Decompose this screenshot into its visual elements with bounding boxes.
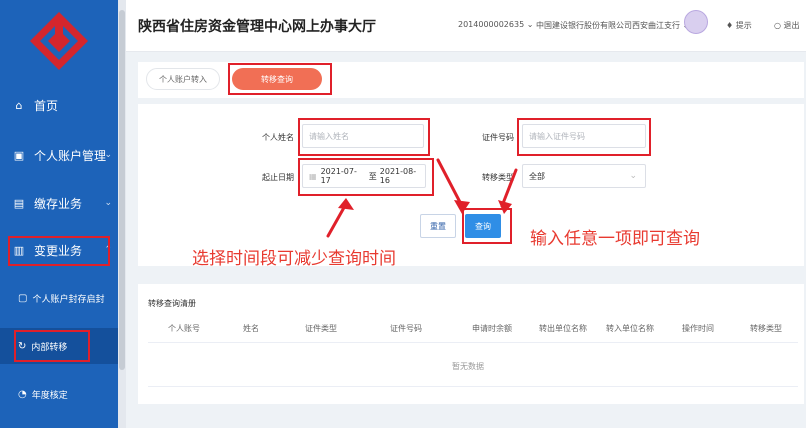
- account-seal-icon: ▢: [18, 292, 28, 304]
- column-header: 姓名: [243, 324, 259, 333]
- annotation-input-tip: 输入任意一项即可查询: [530, 229, 700, 249]
- sidebar-item-annual[interactable]: ◔ 年度核定: [0, 376, 118, 412]
- column-header: 转移类型: [750, 324, 782, 333]
- date-start: 2021-07-17: [320, 167, 357, 185]
- annotation-date-tip: 选择时间段可减少查询时间: [192, 249, 396, 269]
- chevron-up-icon: ⌃: [104, 245, 112, 255]
- sidebar-item-label: 个人账户管理: [34, 148, 107, 163]
- chevron-down-icon: ⌄: [104, 198, 112, 208]
- sidebar-item-home[interactable]: ⌂ 首页: [0, 86, 118, 124]
- column-header: 操作时间: [682, 324, 714, 333]
- empty-state: 暂无数据: [452, 362, 484, 371]
- transfer-type-value: 全部: [529, 171, 545, 181]
- logout-label: 退出: [783, 21, 800, 30]
- column-header: 证件类型: [305, 324, 337, 333]
- calendar-icon: ▦: [309, 171, 317, 181]
- name-label: 个人姓名: [262, 133, 294, 142]
- id-card-icon: ▣: [13, 148, 25, 162]
- id-number-input[interactable]: 请输入证件号码: [522, 124, 646, 148]
- query-button[interactable]: 查询: [465, 214, 501, 238]
- transfer-type-label: 转移类型: [482, 173, 514, 182]
- date-range-picker[interactable]: ▦ 2021-07-17 至 2021-08-16: [302, 164, 426, 188]
- column-header: 转入单位名称: [606, 324, 654, 333]
- transfer-icon: ↻: [18, 340, 27, 352]
- transfer-type-select[interactable]: 全部 ⌄: [522, 164, 646, 188]
- account-number: 2014000002635: [458, 20, 525, 29]
- table-divider: [148, 386, 798, 387]
- id-number-label: 证件号码: [482, 133, 514, 142]
- query-form: [138, 104, 804, 266]
- logo-icon: [30, 12, 88, 70]
- date-range-label: 起止日期: [262, 173, 294, 182]
- column-header: 申请时余额: [472, 324, 512, 333]
- sidebar-item-label: 缴存业务: [34, 196, 83, 211]
- sidebar-item-label: 个人账户封存启封: [32, 294, 105, 305]
- home-icon: ⌂: [15, 98, 23, 112]
- column-header: 证件号码: [390, 324, 422, 333]
- bank-name: 中国建设银行股份有限公司西安曲江支行: [536, 21, 680, 30]
- account-selector[interactable]: 2014000002635 ⌄: [458, 20, 533, 29]
- name-input[interactable]: 请输入姓名: [302, 124, 424, 148]
- hint-label: 提示: [735, 21, 752, 30]
- date-separator: 至: [368, 171, 377, 181]
- logout-button[interactable]: ○ 退出: [774, 20, 800, 31]
- chevron-down-icon: ⌄: [629, 171, 637, 181]
- chevron-down-icon: ⌄: [526, 20, 534, 29]
- tab-transfer-query[interactable]: 转移查询: [232, 68, 322, 90]
- page-title: 陕西省住房资金管理中心网上办事大厅: [138, 19, 376, 35]
- sidebar-item-deposit[interactable]: ▤ 缴存业务 ⌄: [0, 184, 118, 222]
- bell-icon: ♦: [726, 21, 736, 30]
- bank-selector[interactable]: 中国建设银行股份有限公司西安曲江支行 ⌄: [536, 20, 689, 31]
- sidebar-item-change[interactable]: ▥ 变更业务 ⌃: [0, 231, 118, 269]
- sidebar-item-label: 变更业务: [34, 243, 83, 258]
- column-header: 转出单位名称: [539, 324, 587, 333]
- sidebar-item-internal-transfer[interactable]: ↻ 内部转移: [0, 328, 118, 364]
- sidebar-item-label: 首页: [34, 98, 59, 113]
- table-divider: [148, 342, 798, 343]
- avatar[interactable]: [684, 10, 708, 34]
- sidebar-item-label: 内部转移: [31, 342, 68, 353]
- sidebar-item-account-seal[interactable]: ▢ 个人账户封存启封: [0, 280, 118, 316]
- results-title: 转移查询清册: [148, 299, 196, 308]
- deposit-icon: ▤: [13, 196, 25, 210]
- tab-account-transfer-in[interactable]: 个人账户转入: [146, 68, 220, 90]
- power-icon: ○: [774, 21, 784, 30]
- column-header: 个人账号: [168, 324, 200, 333]
- annual-icon: ◔: [18, 388, 27, 400]
- sidebar-item-account-management[interactable]: ▣ 个人账户管理 ⌄: [0, 136, 118, 174]
- date-end: 2021-08-16: [379, 167, 417, 185]
- top-header: 陕西省住房资金管理中心网上办事大厅 2014000002635 ⌄ 中国建设银行…: [126, 0, 806, 52]
- hint-button[interactable]: ♦ 提示: [726, 20, 752, 31]
- change-icon: ▥: [13, 243, 25, 257]
- sidebar-scroll-thumb[interactable]: [119, 10, 125, 370]
- sidebar-item-label: 年度核定: [31, 390, 68, 401]
- chevron-down-icon: ⌄: [104, 150, 112, 160]
- reset-button[interactable]: 重置: [420, 214, 456, 238]
